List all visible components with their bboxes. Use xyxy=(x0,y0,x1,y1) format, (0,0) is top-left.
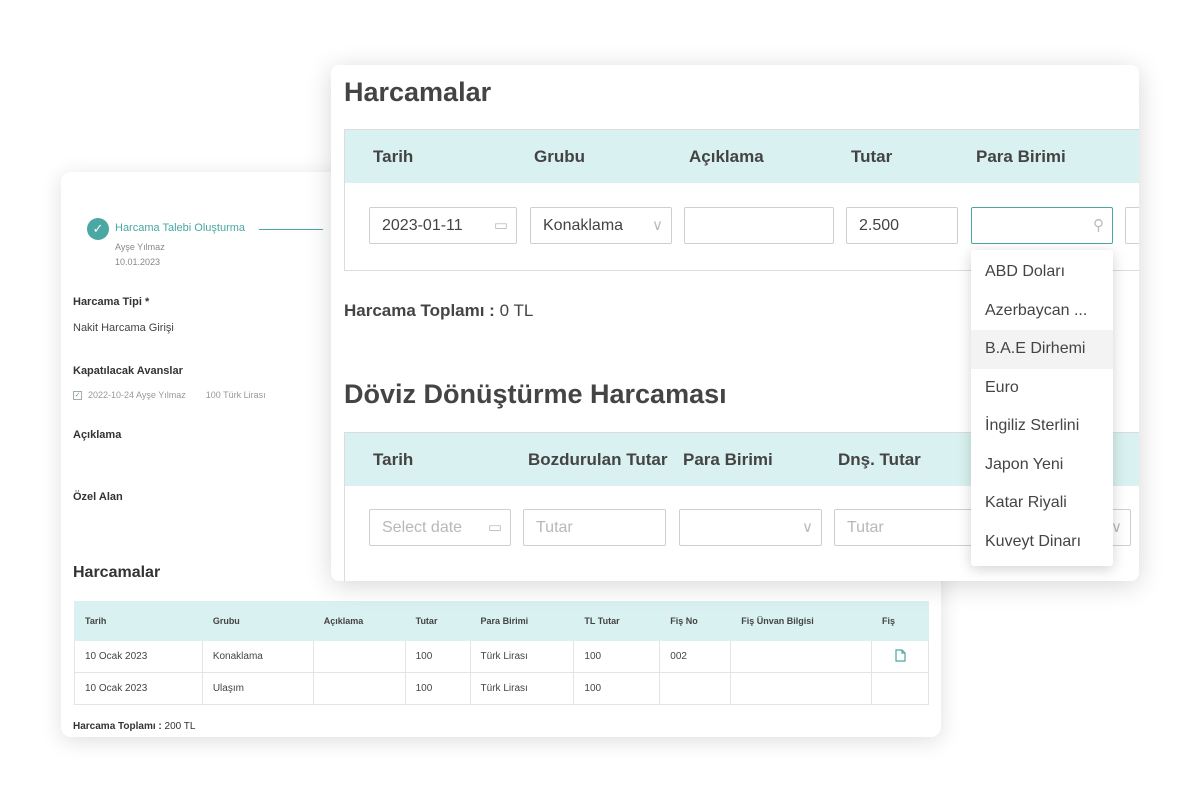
cell-fis-no: 002 xyxy=(659,640,732,673)
column-header: Fiş Ünvan Bilgisi xyxy=(730,601,872,641)
date-input-value: 2023-01-11 xyxy=(382,217,463,234)
back-total-value: 200 TL xyxy=(164,721,196,732)
currency-option[interactable]: ABD Doları xyxy=(971,253,1113,292)
cell-tutar: 100 xyxy=(404,640,471,673)
column-header: Açıklama xyxy=(312,601,406,641)
table-header-row: Tarih Grubu Açıklama Tutar Para Birimi T… xyxy=(74,601,929,641)
expenses-table: Tarih Grubu Açıklama Tutar Para Birimi T… xyxy=(74,601,929,705)
back-total: Harcama Toplamı : 200 TL xyxy=(73,721,195,732)
cell-tarih: 10 Ocak 2023 xyxy=(74,672,203,705)
column-header: TL Tutar xyxy=(573,601,661,641)
table-row[interactable]: 10 Ocak 2023 Konaklama 100 Türk Lirası 1… xyxy=(74,640,929,673)
expenses-title: Harcamalar xyxy=(344,77,492,107)
avans-item[interactable]: ✓ 2022-10-24 Ayşe Yılmaz 100 Türk Lirası xyxy=(73,390,266,400)
step-date: 10.01.2023 xyxy=(115,257,161,267)
column-header: Grubu xyxy=(534,147,585,166)
cell-tutar: 100 xyxy=(404,672,471,705)
cell-fis-unvan xyxy=(730,640,872,673)
grid-header: Tarih Grubu Açıklama Tutar Para Birimi xyxy=(345,130,1139,183)
calendar-icon[interactable]: ▭ xyxy=(488,510,502,545)
harcama-tipi-value: Nakit Harcama Girişi xyxy=(73,322,174,334)
conversion-date-placeholder: Select date xyxy=(382,519,463,536)
search-icon: ⚲ xyxy=(1093,217,1104,234)
step-user: Ayşe Yılmaz xyxy=(115,242,165,252)
table-row[interactable]: 10 Ocak 2023 Ulaşım 100 Türk Lirası 100 xyxy=(74,672,929,705)
date-input[interactable]: 2023-01-11 ▭ xyxy=(369,207,517,244)
column-header: Dnş. Tutar xyxy=(838,450,921,469)
avans-item-text: 2022-10-24 Ayşe Yılmaz xyxy=(88,390,186,400)
document-icon[interactable] xyxy=(894,648,906,662)
ozel-alan-label: Özel Alan xyxy=(73,491,123,503)
cell-fis xyxy=(871,672,929,705)
currency-option[interactable]: Japon Yeni xyxy=(971,446,1113,485)
cell-tl-tutar: 100 xyxy=(573,672,661,705)
group-select[interactable]: Konaklama ∨ xyxy=(530,207,672,244)
cell-aciklama xyxy=(312,640,406,673)
cell-grubu: Ulaşım xyxy=(201,672,314,705)
cell-tarih: 10 Ocak 2023 xyxy=(74,640,203,673)
amount-input[interactable]: 2.500 xyxy=(846,207,958,244)
step-title: Harcama Talebi Oluşturma xyxy=(115,222,246,234)
column-header: Bozdurulan Tutar xyxy=(528,450,668,469)
entry-total-value: 0 TL xyxy=(499,301,534,320)
column-header: Para Birimi xyxy=(469,601,575,641)
currency-conversion-title: Döviz Dönüştürme Harcaması xyxy=(344,379,727,409)
column-header: Grubu xyxy=(201,601,314,641)
column-header: Tarih xyxy=(373,147,414,166)
currency-select[interactable]: ⚲ xyxy=(971,207,1113,244)
column-header: Tarih xyxy=(74,601,203,641)
cell-fis-unvan xyxy=(730,672,872,705)
column-header: Tutar xyxy=(404,601,471,641)
avans-item-amount: 100 Türk Lirası xyxy=(205,390,266,400)
group-select-value: Konaklama xyxy=(543,217,624,234)
step-connector xyxy=(259,229,323,230)
back-table-title: Harcamalar xyxy=(73,564,161,581)
exchanged-amount-input[interactable]: Tutar xyxy=(523,509,666,546)
chevron-down-icon[interactable]: ∨ xyxy=(652,208,663,243)
column-header: Para Birimi xyxy=(976,147,1066,166)
cell-fis-no xyxy=(659,672,732,705)
column-header: Tutar xyxy=(851,147,893,166)
currency-option[interactable]: Kuveyt Dinarı xyxy=(971,523,1113,562)
checkbox-icon[interactable]: ✓ xyxy=(73,390,82,400)
back-total-label: Harcama Toplamı : xyxy=(73,721,162,732)
entry-total: Harcama Toplamı : 0 TL xyxy=(344,301,533,321)
cell-aciklama xyxy=(312,672,406,705)
column-header: Fiş No xyxy=(659,601,732,641)
chevron-down-icon[interactable]: ∨ xyxy=(802,510,813,545)
entry-total-label: Harcama Toplamı : xyxy=(344,301,495,320)
calendar-icon[interactable]: ▭ xyxy=(494,208,508,243)
description-input[interactable] xyxy=(684,207,834,244)
column-header: Tarih xyxy=(373,450,414,469)
column-header: Para Birimi xyxy=(683,450,773,469)
currency-option[interactable]: İngiliz Sterlini xyxy=(971,407,1113,446)
avans-label: Kapatılacak Avanslar xyxy=(73,365,183,377)
converted-amount-input[interactable]: Tutar xyxy=(834,509,977,546)
conversion-currency-select[interactable]: ∨ xyxy=(679,509,822,546)
harcama-tipi-label: Harcama Tipi * xyxy=(73,296,150,308)
currency-dropdown: ABD Doları Azerbaycan ... B.A.E Dirhemi … xyxy=(971,250,1113,566)
cell-para-birimi: Türk Lirası xyxy=(469,672,575,705)
cell-tl-tutar: 100 xyxy=(573,640,661,673)
currency-option-highlighted[interactable]: B.A.E Dirhemi xyxy=(971,330,1113,369)
currency-option[interactable]: Azerbaycan ... xyxy=(971,292,1113,331)
next-field-input[interactable] xyxy=(1125,207,1139,244)
cell-fis[interactable] xyxy=(871,640,929,673)
cell-grubu: Konaklama xyxy=(201,640,314,673)
check-icon: ✓ xyxy=(87,218,109,240)
column-header: Fiş xyxy=(871,601,929,641)
conversion-date-input[interactable]: Select date ▭ xyxy=(369,509,511,546)
aciklama-label: Açıklama xyxy=(73,429,122,441)
cell-para-birimi: Türk Lirası xyxy=(469,640,575,673)
currency-option[interactable]: Euro xyxy=(971,369,1113,408)
column-header: Açıklama xyxy=(689,147,764,166)
currency-option[interactable]: Katar Riyali xyxy=(971,484,1113,523)
